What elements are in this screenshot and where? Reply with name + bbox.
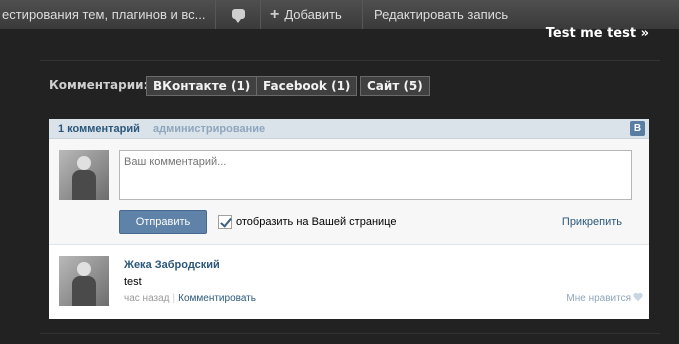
vk-logo-icon[interactable]: В — [630, 121, 645, 136]
admin-bar-site-title[interactable]: естирования тем, плагинов и вс... — [0, 0, 215, 29]
admin-bar-add-new[interactable]: + Добавить — [270, 0, 342, 29]
attach-link[interactable]: Прикрепить — [562, 216, 622, 228]
add-new-label: Добавить — [284, 7, 342, 22]
tab-vkontakte[interactable]: ВКонтакте (1) — [146, 76, 258, 96]
admin-bar: естирования тем, плагинов и вс... + Добав… — [0, 0, 679, 29]
submit-button[interactable]: Отправить — [119, 210, 207, 234]
divider — [40, 333, 660, 334]
show-on-page-label[interactable]: отобразить на Вашей странице — [236, 216, 396, 228]
avatar[interactable] — [59, 150, 109, 200]
tab-facebook[interactable]: Facebook (1) — [256, 76, 358, 96]
comment-count: 1 комментарий — [58, 123, 140, 135]
comment-input[interactable] — [119, 150, 632, 200]
comment-form: Отправить отобразить на Вашей странице П… — [49, 139, 649, 245]
comments-heading: Комментарии: — [49, 78, 149, 92]
post-title-link[interactable]: Test me test » — [546, 26, 649, 41]
admin-bar-edit-post[interactable]: Редактировать запись — [374, 0, 508, 29]
admin-bar-divider — [362, 0, 363, 29]
plus-icon: + — [270, 6, 280, 23]
comment-text: test — [124, 276, 142, 288]
admin-link[interactable]: администрирование — [153, 123, 265, 135]
comment-bubble-icon — [231, 9, 245, 24]
comment-meta: час назад | Комментировать — [124, 293, 256, 304]
show-on-page-checkbox[interactable] — [218, 215, 232, 229]
tab-site[interactable]: Сайт (5) — [360, 76, 430, 96]
admin-bar-divider — [260, 0, 261, 29]
meta-separator: | — [172, 293, 176, 304]
vk-comments-widget: 1 комментарий администрирование В Отправ… — [49, 119, 649, 319]
widget-header: 1 комментарий администрирование В — [49, 119, 649, 139]
admin-bar-divider — [215, 0, 216, 29]
admin-bar-comments[interactable] — [222, 0, 254, 29]
comment-time[interactable]: час назад — [124, 293, 170, 304]
reply-link[interactable]: Комментировать — [178, 293, 256, 304]
comment-item: Жека Забродский test час назад | Комментир… — [49, 246, 649, 319]
divider — [40, 60, 660, 61]
avatar[interactable] — [59, 256, 109, 306]
comment-author[interactable]: Жека Забродский — [124, 259, 220, 271]
like-link[interactable]: Мне нравится — [566, 293, 631, 304]
heart-icon[interactable] — [633, 293, 643, 302]
